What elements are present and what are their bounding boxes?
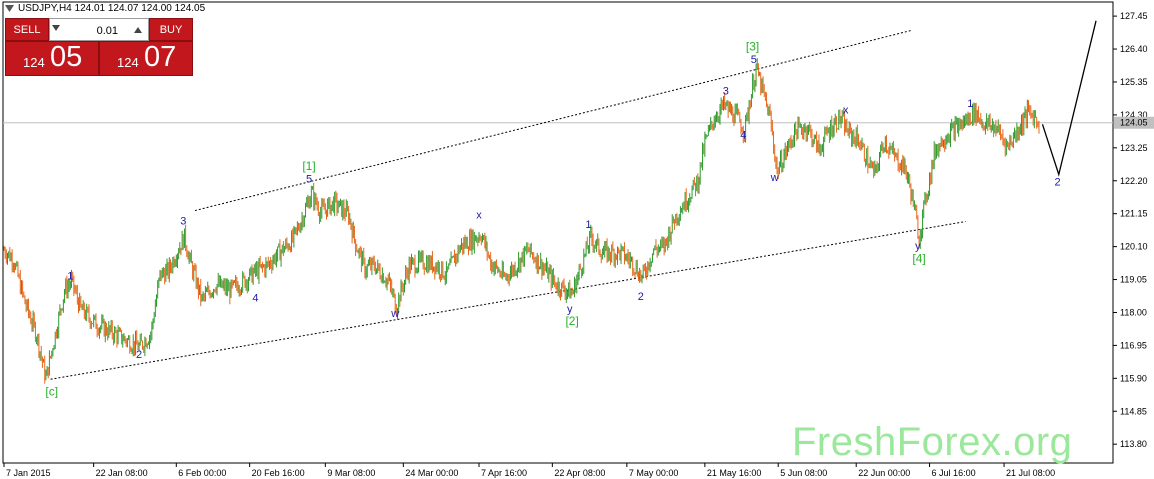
channel-line-1 <box>194 29 913 212</box>
wave-label: 1 <box>585 219 591 231</box>
y-tick-label: 114.85 <box>1120 406 1147 416</box>
buy-button[interactable]: BUY <box>149 18 193 41</box>
lot-increase-icon[interactable] <box>134 27 142 33</box>
lot-size-input[interactable] <box>66 19 120 42</box>
y-tick-label: 123.25 <box>1120 143 1148 153</box>
x-tick-label: 6 Feb 00:00 <box>178 468 226 478</box>
wave-label: 4 <box>740 129 746 141</box>
x-tick-label: 21 Jul 08:00 <box>1006 468 1055 478</box>
x-tick-label: 22 Jan 08:00 <box>96 468 148 478</box>
x-tick-label: 7 May 00:00 <box>629 468 679 478</box>
x-tick-label: 22 Jun 00:00 <box>858 468 910 478</box>
wave-label: x <box>843 104 849 116</box>
wave-label: 3 <box>723 86 729 98</box>
lot-stepper <box>49 18 149 42</box>
wave-label: [1] <box>302 159 315 173</box>
wave-projection <box>1041 20 1097 177</box>
wave-label: 1 <box>67 271 73 283</box>
wave-label: [3] <box>746 40 759 54</box>
watermark: FreshForex.org <box>792 420 1073 464</box>
current-price-label: 124.05 <box>1120 118 1148 128</box>
y-tick-label: 120.10 <box>1120 242 1148 252</box>
wave-label: x <box>476 209 482 221</box>
price-axis: 127.45126.40125.35124.30123.25122.20121.… <box>1113 11 1154 449</box>
x-tick-label: 24 Mar 00:00 <box>405 468 458 478</box>
projection-path <box>1041 20 1097 177</box>
sell-price-big: 05 <box>50 41 83 73</box>
y-tick-label: 119.05 <box>1120 275 1147 285</box>
y-tick-label: 126.40 <box>1120 44 1148 54</box>
chart-menu-icon[interactable] <box>5 5 14 12</box>
y-tick-label: 125.35 <box>1120 77 1148 87</box>
x-tick-label: 7 Apr 16:00 <box>481 468 527 478</box>
x-tick-label: 5 Jun 08:00 <box>780 468 827 478</box>
sell-price-small: 124 <box>23 55 45 70</box>
channel-line-2 <box>50 221 966 380</box>
sell-price-button[interactable]: 124 05 <box>5 41 99 76</box>
wave-label: 1 <box>967 98 973 110</box>
y-tick-label: 121.15 <box>1120 209 1148 219</box>
candles <box>3 58 1040 384</box>
y-tick-label: 122.20 <box>1120 176 1148 186</box>
y-tick-label: 113.80 <box>1120 439 1147 449</box>
buy-price-big: 07 <box>144 41 177 73</box>
wave-label: 4 <box>252 292 258 304</box>
buy-price-small: 124 <box>117 55 139 70</box>
wave-label: 5 <box>751 54 757 66</box>
sell-button[interactable]: SELL <box>5 18 49 41</box>
x-tick-label: 6 Jul 16:00 <box>932 468 976 478</box>
time-axis: 7 Jan 2015 22 Jan 08:00 6 Feb 00:00 20 Feb … <box>3 463 1055 478</box>
x-tick-label: 21 May 16:00 <box>707 468 762 478</box>
wave-label: 5 <box>306 173 312 185</box>
wave-label: [2] <box>565 314 578 328</box>
wave-label: [4] <box>912 251 925 265</box>
x-tick-label: 9 Mar 08:00 <box>327 468 375 478</box>
wave-label: 3 <box>180 216 186 228</box>
y-tick-label: 118.00 <box>1120 307 1147 317</box>
y-tick-label: 127.45 <box>1120 11 1148 21</box>
wave-label: w <box>390 308 399 320</box>
y-tick-label: 115.90 <box>1120 373 1147 383</box>
y-tick-label: 116.95 <box>1120 340 1147 350</box>
wave-labels: 1234[c]5[1]wx1y[2]2345[3]wx1y[4]2 <box>45 40 1060 399</box>
wave-label: 2 <box>1055 176 1061 188</box>
x-tick-label: 7 Jan 2015 <box>6 468 51 478</box>
x-tick-label: 20 Feb 16:00 <box>252 468 305 478</box>
buy-price-button[interactable]: 124 07 <box>99 41 193 76</box>
wave-label: 2 <box>136 349 142 361</box>
wave-label: [c] <box>45 385 58 399</box>
symbol-title: USDJPY,H4 124.01 124.07 124.00 124.05 <box>18 3 206 14</box>
one-click-trading-panel: SELL BUY 124 05 124 07 <box>5 18 193 76</box>
channel-lines <box>50 29 966 380</box>
wave-label: w <box>770 172 779 184</box>
x-tick-label: 22 Apr 08:00 <box>554 468 605 478</box>
lot-decrease-icon[interactable] <box>52 25 60 31</box>
wave-label: 2 <box>638 291 644 303</box>
